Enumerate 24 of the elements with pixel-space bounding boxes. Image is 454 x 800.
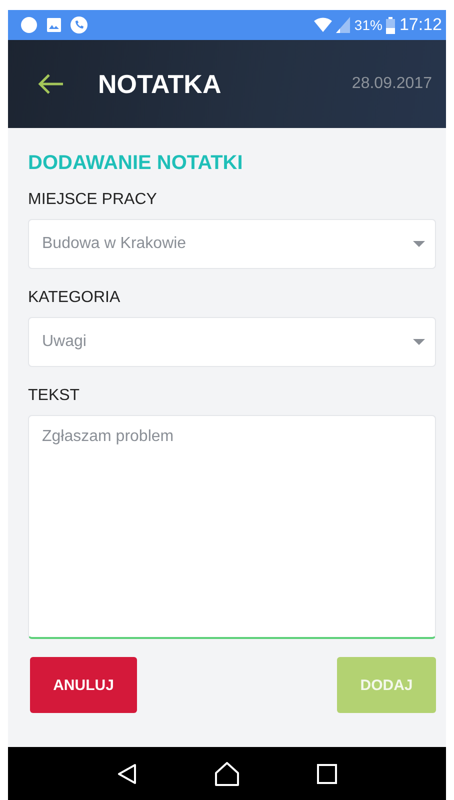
- form-heading: DODAWANIE NOTATKI: [28, 152, 244, 175]
- field-label: MIEJSCE PRACY: [28, 191, 158, 209]
- field-label: TEKST: [28, 387, 81, 405]
- dropdown-field[interactable]: Budowa w Krakowie: [28, 219, 436, 269]
- cancel-button[interactable]: ANULUJ: [30, 657, 137, 713]
- battery-percentage: 31%: [354, 17, 382, 33]
- dropdown-field[interactable]: Uwagi: [28, 317, 436, 367]
- signal-icon: [336, 17, 350, 33]
- wifi-icon: [314, 17, 332, 33]
- image-icon: [46, 17, 62, 33]
- screen-title: NOTATKA: [98, 68, 222, 100]
- dropdown-caret-icon: [413, 241, 425, 247]
- home-icon[interactable]: [214, 762, 240, 786]
- recents-icon[interactable]: [317, 764, 338, 784]
- clock: 17:12: [399, 15, 442, 35]
- back-arrow-icon[interactable]: [38, 74, 64, 94]
- back-icon[interactable]: [116, 762, 137, 784]
- field-label: KATEGORIA: [28, 289, 122, 307]
- text-area[interactable]: Zgłaszam problem: [28, 415, 436, 639]
- date-label: 28.09.2017: [352, 75, 432, 93]
- phone-icon: [70, 16, 88, 34]
- battery-icon: [386, 16, 396, 34]
- notification-icon: [20, 16, 38, 34]
- dropdown-caret-icon: [413, 339, 425, 345]
